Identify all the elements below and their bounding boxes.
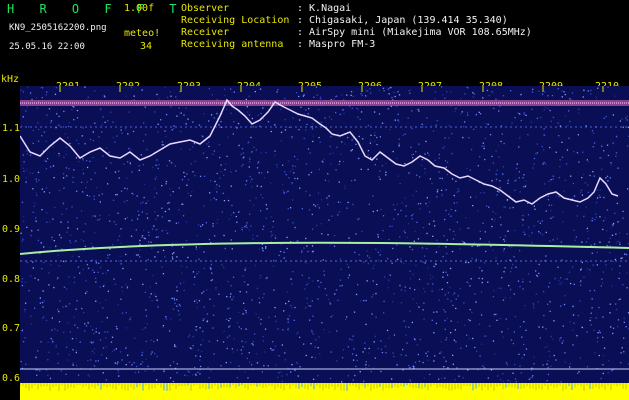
info-value-location: : Chigasaki, Japan (139.414 35.340) [297,15,508,26]
info-label-location: Receiving Location [181,15,290,26]
brand-title: H R O F F T [7,2,186,16]
meteo-label: meteo! [124,28,161,39]
info-value-observer: : K.Nagai [297,3,352,14]
y-tick-label: 0.7 [2,323,21,334]
count-label: 34 [140,41,153,52]
filename-label: KN9_2505162200.png [9,23,107,33]
y-tick-label: 0.9 [2,224,21,235]
info-value-antenna: : Maspro FM-3 [297,39,376,50]
info-label-receiver: Receiver [181,27,230,38]
y-tick-label: 1.1 [2,123,21,134]
date-label: 25.05.16 22:00 [9,42,85,52]
info-label-observer: Observer [181,3,230,14]
version-label: 1.00f [124,3,155,14]
y-tick-label: 0.6 [2,373,21,384]
bottom-band [20,383,629,400]
header-panel: H R O F F T 1.00f KN9_2505162200.png met… [0,0,629,74]
info-value-receiver: : AirSpy mini (Miakejima VOR 108.65MHz) [297,27,532,38]
y-axis-unit: kHz [1,74,20,85]
y-tick-label: 0.8 [2,274,21,285]
info-label-antenna: Receiving antenna [181,39,284,50]
spectrogram-plot [20,86,629,400]
y-tick-label: 1.0 [2,174,21,185]
